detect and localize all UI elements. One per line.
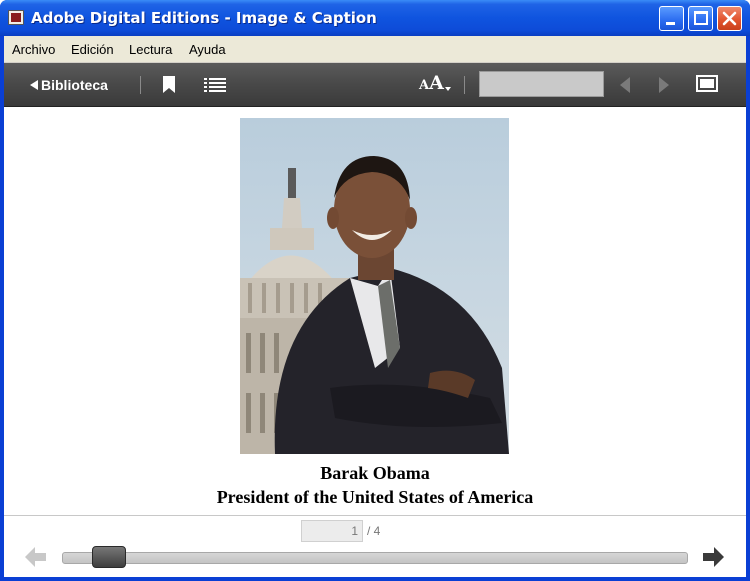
chevron-down-icon bbox=[444, 87, 451, 91]
toolbar-divider bbox=[464, 76, 465, 94]
portrait-illustration bbox=[240, 156, 509, 454]
menu-bar: Archivo Edición Lectura Ayuda bbox=[4, 36, 746, 63]
reader-toolbar: Biblioteca AA bbox=[4, 63, 746, 107]
close-icon bbox=[722, 11, 737, 26]
font-size-big-glyph: A bbox=[429, 72, 444, 94]
fullscreen-icon[interactable] bbox=[696, 74, 718, 94]
window-title: Adobe Digital Editions - Image & Caption bbox=[31, 9, 377, 27]
portrait-image bbox=[240, 118, 509, 454]
caption-name: Barak Obama bbox=[320, 463, 430, 483]
menu-archivo[interactable]: Archivo bbox=[12, 42, 55, 57]
page-number-input[interactable]: 1 bbox=[301, 520, 363, 542]
triangle-left-icon bbox=[30, 80, 38, 90]
toolbar-divider bbox=[140, 76, 141, 94]
client-area: Archivo Edición Lectura Ayuda Biblioteca bbox=[4, 36, 746, 577]
font-size-small-glyph: A bbox=[419, 78, 430, 93]
app-window: Adobe Digital Editions - Image & Caption… bbox=[0, 0, 750, 581]
arrow-left-icon[interactable] bbox=[618, 76, 632, 94]
maximize-icon bbox=[694, 11, 708, 25]
list-icon[interactable] bbox=[204, 77, 226, 93]
menu-lectura[interactable]: Lectura bbox=[129, 42, 172, 57]
page-slider-thumb[interactable] bbox=[92, 546, 126, 568]
app-book-icon[interactable] bbox=[8, 10, 24, 25]
page-navigator: 1 / 4 bbox=[4, 515, 746, 577]
page-total: / 4 bbox=[367, 524, 381, 538]
page-slider-track[interactable] bbox=[62, 552, 688, 564]
close-button[interactable] bbox=[717, 6, 742, 31]
minimize-button[interactable] bbox=[659, 6, 684, 31]
bookmark-icon[interactable] bbox=[162, 76, 176, 94]
library-button[interactable]: Biblioteca bbox=[30, 76, 108, 94]
minimize-icon bbox=[666, 22, 675, 25]
next-page-arrow-icon[interactable] bbox=[702, 546, 724, 568]
library-label: Biblioteca bbox=[41, 77, 108, 93]
previous-page-arrow-icon[interactable] bbox=[25, 546, 47, 568]
title-bar[interactable]: Adobe Digital Editions - Image & Caption bbox=[0, 0, 750, 36]
menu-ayuda[interactable]: Ayuda bbox=[189, 42, 226, 57]
arrow-right-icon[interactable] bbox=[657, 76, 671, 94]
search-input[interactable] bbox=[479, 71, 604, 97]
font-size-button[interactable]: AA bbox=[419, 72, 451, 94]
caption-role: President of the United States of Americ… bbox=[216, 487, 534, 507]
menu-edicion[interactable]: Edición bbox=[71, 42, 114, 57]
maximize-button[interactable] bbox=[688, 6, 713, 31]
book-page: Barak Obama President of the United Stat… bbox=[4, 108, 746, 515]
